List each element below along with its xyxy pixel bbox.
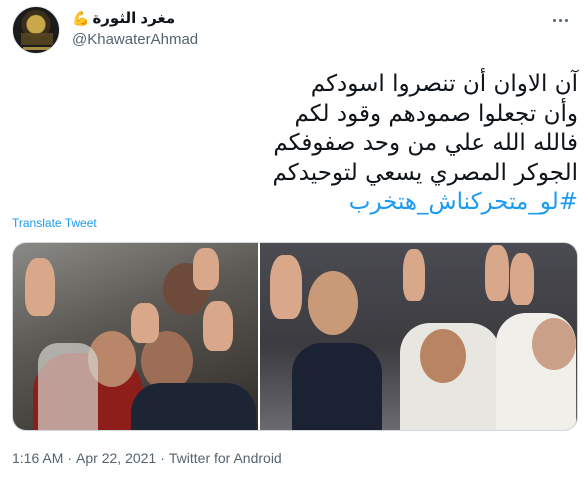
tweet-date[interactable]: Apr 22, 2021 xyxy=(76,450,156,466)
raised-hand xyxy=(403,249,425,301)
raised-hand xyxy=(485,245,509,301)
raised-hand xyxy=(203,301,233,351)
more-dot xyxy=(558,18,562,22)
tweet-meta: 1:16 AM · Apr 22, 2021 · Twitter for And… xyxy=(12,450,282,466)
figure-white-shirt xyxy=(38,343,98,430)
tweet-line-1: آن الاوان أن تنصروا اسودكم xyxy=(310,71,578,97)
raised-hand xyxy=(131,303,159,343)
more-dot xyxy=(552,18,556,22)
translate-tweet-link[interactable]: Translate Tweet xyxy=(12,216,97,230)
flexed-biceps-emoji: 💪 xyxy=(72,9,90,26)
avatar-frame-shape xyxy=(21,33,53,45)
more-options-icon[interactable] xyxy=(550,12,570,28)
raised-hand xyxy=(193,248,219,290)
photo-right[interactable] xyxy=(260,243,577,430)
tweet-line-3: فالله الله علي من وحد صفوفكم xyxy=(273,130,578,156)
raised-hand xyxy=(25,258,55,316)
tweet-source[interactable]: Twitter for Android xyxy=(169,450,282,466)
user-handle[interactable]: @KhawaterAhmad xyxy=(72,31,198,48)
avatar[interactable] xyxy=(12,6,60,54)
hashtag-link[interactable]: #لو_متحركناش_هتخرب xyxy=(18,188,578,218)
tweet-line-4: الجوكر المصري يسعي لتوحيدكم xyxy=(272,159,578,186)
user-names: 💪 مغرد الثورة @KhawaterAhmad xyxy=(72,8,198,49)
tweet-header: 💪 مغرد الثورة @KhawaterAhmad xyxy=(12,6,572,56)
tweet-line-2: وأن تجعلوا صمودهم وقود لكم xyxy=(294,100,579,127)
figure-head xyxy=(308,271,358,335)
tweet-time[interactable]: 1:16 AM xyxy=(12,450,63,466)
figure-dark-tshirt xyxy=(292,343,382,430)
more-dot xyxy=(564,18,568,22)
figure-dark-shirt xyxy=(131,383,256,430)
raised-hand xyxy=(510,253,534,305)
avatar-bar-shape xyxy=(23,47,51,50)
raised-hand xyxy=(270,255,302,319)
display-name[interactable]: مغرد الثورة xyxy=(92,9,175,27)
separator-dot: · xyxy=(67,450,73,466)
separator-dot: · xyxy=(160,450,165,466)
photo-left[interactable] xyxy=(13,243,258,430)
media-grid xyxy=(12,242,578,431)
tweet-text: آن الاوان أن تنصروا اسودكم وأن تجعلوا صم… xyxy=(18,70,578,218)
figure-head xyxy=(420,329,466,383)
display-name-row[interactable]: 💪 مغرد الثورة xyxy=(72,8,198,28)
figure-head xyxy=(532,318,576,370)
